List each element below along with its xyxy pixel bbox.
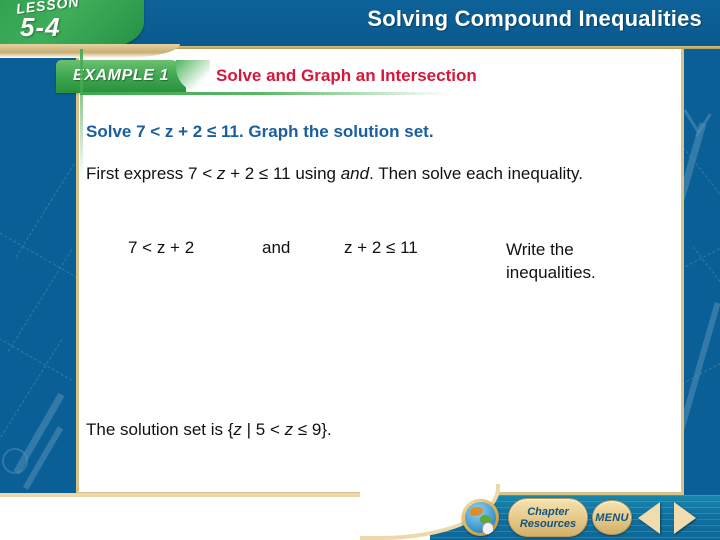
solution-suffix: ≤ 9}. (293, 420, 332, 439)
example-tab-label: EXAMPLE 1 (72, 67, 170, 84)
page-title: Solving Compound Inequalities (367, 6, 702, 31)
chapter-resources-line1: Chapter (527, 506, 569, 518)
slide-root: Solving Compound Inequalities LESSON 5-4… (0, 0, 720, 540)
problem-prompt-text: Solve 7 < z + 2 ≤ 11. Graph the solution… (86, 122, 434, 141)
instruction-text-3: . Then solve each inequality. (369, 164, 583, 183)
solution-variable: z (233, 420, 242, 439)
globe-icon-mouse (482, 522, 494, 535)
lesson-tab-number: 5-4 (20, 12, 61, 42)
inequality-conjunction: and (262, 238, 291, 257)
toolbar-top-rule (0, 493, 360, 497)
globe-icon[interactable] (462, 499, 499, 536)
inequality-step-row: 7 < z + 2 and z + 2 ≤ 11 Write the inequ… (86, 238, 672, 294)
example-tab-underline (80, 92, 676, 95)
menu-button[interactable]: MENU (592, 500, 632, 535)
instruction-text-2: + 2 ≤ 11 using (225, 164, 341, 183)
step-annotation: Write the inequalities. (506, 240, 596, 282)
panel-left-accent (80, 49, 83, 179)
chapter-resources-line2: Resources (519, 518, 577, 530)
example-tab: EXAMPLE 1 (56, 60, 186, 93)
instruction-text-1: First express 7 < (86, 164, 217, 183)
globe-icon-sphere (465, 502, 496, 535)
instruction-paragraph: First express 7 < z + 2 ≤ 11 using and. … (86, 162, 672, 185)
inequality-right: z + 2 ≤ 11 (344, 238, 418, 257)
solution-prefix: The solution set is { (86, 420, 234, 439)
problem-prompt: Solve 7 < z + 2 ≤ 11. Graph the solution… (86, 122, 434, 142)
solution-variable-2: z (284, 420, 294, 439)
solution-set-line: The solution set is {z | 5 < z ≤ 9}. (86, 420, 332, 440)
previous-slide-arrow-icon[interactable] (638, 502, 660, 534)
lesson-tab: LESSON 5-4 (0, 0, 144, 48)
next-slide-arrow-icon[interactable] (674, 502, 696, 534)
instruction-keyword-and: and (340, 164, 370, 183)
chapter-resources-button[interactable]: Chapter Resources (508, 498, 588, 537)
solution-middle: | 5 < (241, 420, 285, 439)
inequality-left: 7 < z + 2 (128, 238, 195, 257)
globe-icon-land-a (470, 507, 483, 516)
example-title: Solve and Graph an Intersection (216, 66, 477, 85)
